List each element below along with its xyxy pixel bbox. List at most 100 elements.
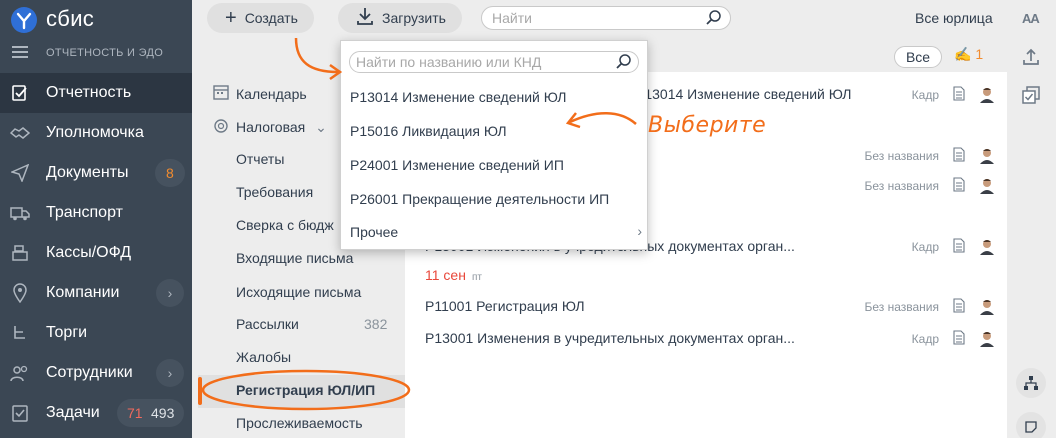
- document-icon: [953, 86, 965, 101]
- sidebar-item-tax[interactable]: Налоговая ⌄: [236, 119, 327, 136]
- chevron-right-icon[interactable]: ›: [156, 279, 184, 307]
- upload-icon: [356, 7, 374, 29]
- list-row[interactable]: Р11001 Регистрация ЮЛ Без названия: [405, 290, 1007, 323]
- send-icon: [10, 163, 30, 183]
- annotation-label: Выберите: [648, 113, 767, 138]
- row-tag: Кадр: [911, 332, 939, 346]
- row-title: Р11001 Регистрация ЮЛ: [425, 298, 585, 314]
- create-label: Создать: [244, 10, 298, 26]
- calendar-icon: [213, 85, 229, 100]
- upload-button[interactable]: Загрузить: [338, 3, 462, 33]
- document-icon: [953, 330, 965, 345]
- nav-item-reporting[interactable]: Отчетность: [0, 73, 192, 113]
- upload-label: Загрузить: [382, 10, 446, 26]
- document-icon: [953, 298, 965, 313]
- nav-item-cash[interactable]: Кассы/ОФД: [0, 233, 192, 273]
- sidebar-item-requirements[interactable]: Требования: [236, 184, 313, 200]
- plus-icon: +: [225, 7, 237, 29]
- signature-icon: ✍: [954, 46, 972, 62]
- nav-item-label: Кассы/ОФД: [46, 244, 132, 261]
- signature-filter[interactable]: ✍ 1: [954, 46, 983, 63]
- nav-item-employees[interactable]: Сотрудники ›: [0, 353, 192, 393]
- menu-icon[interactable]: [12, 46, 28, 58]
- nav-item-tenders[interactable]: Торги: [0, 313, 192, 353]
- tasks-count: 493: [151, 405, 175, 421]
- dropdown-item[interactable]: Р13014 Изменение сведений ЮЛ: [350, 89, 566, 105]
- search-input[interactable]: Найти: [481, 6, 731, 30]
- chevron-right-icon[interactable]: ›: [156, 359, 184, 387]
- nav-item-transport[interactable]: Транспорт: [0, 193, 192, 233]
- row-title: Р13001 Изменения в учредительных докумен…: [425, 330, 795, 346]
- handshake-icon: [10, 123, 30, 143]
- dropdown-search-input[interactable]: Найти по названию или КНД: [349, 51, 639, 73]
- row-title: Р13014 Изменение сведений ЮЛ: [635, 86, 852, 102]
- nav-item-proxy[interactable]: Уполномочка: [0, 113, 192, 153]
- search-icon[interactable]: [616, 54, 632, 70]
- sidebar-item-incoming[interactable]: Входящие письма: [236, 250, 353, 266]
- mailings-count: 382: [364, 316, 388, 332]
- chevron-down-icon[interactable]: ⌄: [315, 119, 327, 135]
- dropdown-item[interactable]: Р26001 Прекращение деятельности ИП: [350, 191, 609, 207]
- search-icon[interactable]: [706, 10, 722, 26]
- nav-item-companies[interactable]: Компании ›: [0, 273, 192, 313]
- dropdown-item-other[interactable]: Прочее: [350, 224, 398, 240]
- sbis-logo-icon: [11, 7, 37, 33]
- nav-item-label: Уполномочка: [46, 124, 144, 141]
- report-icon: [10, 83, 30, 103]
- create-dropdown: Найти по названию или КНД Р13014 Изменен…: [340, 40, 648, 250]
- cash-register-icon: [10, 243, 30, 263]
- row-tag: Без названия: [864, 149, 939, 163]
- create-button[interactable]: + Создать: [207, 3, 314, 33]
- font-size-icon[interactable]: AA: [1022, 11, 1040, 26]
- nav-item-documents[interactable]: Документы 8: [0, 153, 192, 193]
- seal-icon: [214, 119, 228, 133]
- selected-marker: [198, 377, 202, 405]
- annotation-arrowhead: [329, 63, 343, 81]
- sidebar-item-registration[interactable]: Регистрация ЮЛ/ИП: [236, 382, 375, 398]
- nav-item-label: Документы: [46, 164, 129, 181]
- avatar: [980, 179, 994, 194]
- row-tag: Кадр: [911, 240, 939, 254]
- row-tag: Кадр: [911, 88, 939, 102]
- weekday-label: пт: [471, 272, 482, 283]
- nav-item-tasks[interactable]: Задачи 71 493: [0, 393, 192, 433]
- truck-icon: [10, 203, 30, 223]
- org-selector[interactable]: Все юрлица: [915, 10, 993, 26]
- nav-item-label: Компании: [46, 284, 120, 301]
- export-icon[interactable]: [1016, 42, 1046, 72]
- row-tag: Без названия: [864, 300, 939, 314]
- document-icon: [953, 238, 965, 253]
- sidebar-item-mailings[interactable]: Рассылки: [236, 316, 299, 332]
- list-row[interactable]: Р13001 Изменения в учредительных докумен…: [405, 322, 1007, 355]
- annotation-arrow: [294, 37, 339, 74]
- nav-item-label: Сотрудники: [46, 364, 133, 381]
- tax-label: Налоговая: [236, 119, 306, 135]
- note-icon[interactable]: [1016, 412, 1046, 438]
- row-tag: Без названия: [864, 179, 939, 193]
- gavel-icon: [10, 323, 30, 343]
- sidebar-item-complaints[interactable]: Жалобы: [236, 349, 291, 365]
- check-copy-icon[interactable]: [1016, 80, 1046, 110]
- filter-all-chip[interactable]: Все: [894, 46, 942, 68]
- sidebar-item-outgoing[interactable]: Исходящие письма: [236, 284, 361, 300]
- sidebar-item-reports[interactable]: Отчеты: [236, 151, 284, 167]
- date-label: 11 сен: [425, 267, 466, 283]
- document-icon: [953, 147, 965, 162]
- tasks-overdue-count: 71: [127, 405, 143, 421]
- date-header: 11 сен пт: [425, 267, 482, 283]
- main-nav: сбис ОТЧЕТНОСТЬ И ЭДО Отчетность Уполном…: [0, 0, 192, 438]
- nav-subtitle: ОТЧЕТНОСТЬ И ЭДО: [46, 47, 164, 59]
- structure-icon[interactable]: [1016, 368, 1046, 398]
- nav-item-label: Транспорт: [46, 204, 123, 221]
- avatar: [980, 240, 994, 255]
- dropdown-item[interactable]: Р15016 Ликвидация ЮЛ: [350, 123, 507, 139]
- brand-name[interactable]: сбис: [46, 6, 94, 32]
- sidebar-item-traceability[interactable]: Прослеживаемость: [236, 415, 363, 431]
- avatar: [980, 300, 994, 315]
- avatar: [980, 88, 994, 103]
- sidebar-item-reconciliation[interactable]: Сверка с бюдж: [236, 217, 334, 233]
- dropdown-item[interactable]: Р24001 Изменение сведений ИП: [350, 157, 564, 173]
- sidebar-item-calendar[interactable]: Календарь: [236, 86, 307, 102]
- signature-count: 1: [975, 46, 984, 62]
- document-icon: [953, 177, 965, 192]
